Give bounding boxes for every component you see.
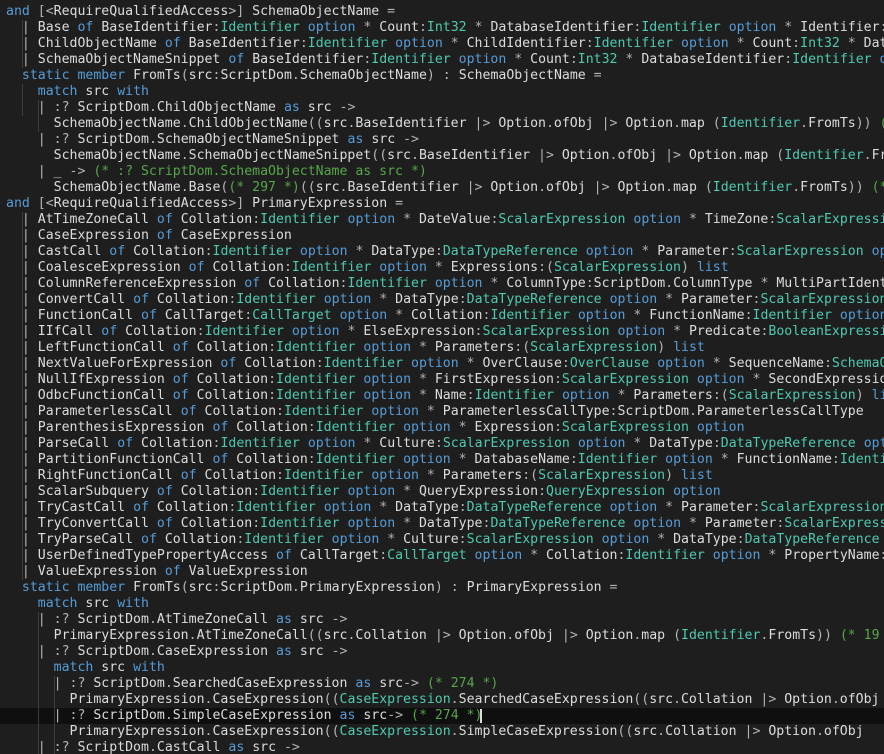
code-line[interactable]: | :? ScriptDom.SchemaObjectNameSnippet a… xyxy=(0,132,884,148)
code-line[interactable]: SchemaObjectName.SchemaObjectNameSnippet… xyxy=(0,148,884,164)
code-line[interactable]: | ColumnReferenceExpression of Collation… xyxy=(0,276,884,292)
code-editor[interactable]: and [<RequireQualifiedAccess>] SchemaObj… xyxy=(0,0,884,754)
code-line[interactable]: static member FromTs(src:ScriptDom.Prima… xyxy=(0,580,884,596)
code-line[interactable]: | NullIfExpression of Collation:Identifi… xyxy=(0,372,884,388)
code-line[interactable]: | ValueExpression of ValueExpression xyxy=(0,564,884,580)
code-line[interactable]: | :? ScriptDom.ChildObjectName as src -> xyxy=(0,100,884,116)
code-line[interactable]: | ChildObjectName of BaseIdentifier:Iden… xyxy=(0,36,884,52)
code-line[interactable]: | CoalesceExpression of Collation:Identi… xyxy=(0,260,884,276)
code-line[interactable]: | TryParseCall of Collation:Identifier o… xyxy=(0,532,884,548)
code-line[interactable]: | IIfCall of Collation:Identifier option… xyxy=(0,324,884,340)
code-line[interactable]: | ScalarSubquery of Collation:Identifier… xyxy=(0,484,884,500)
indent-guide xyxy=(22,20,23,68)
code-line[interactable]: | CastCall of Collation:Identifier optio… xyxy=(0,244,884,260)
code-line[interactable]: match src with xyxy=(0,660,884,676)
code-line[interactable]: | ParameterlessCall of Collation:Identif… xyxy=(0,404,884,420)
code-line[interactable]: | RightFunctionCall of Collation:Identif… xyxy=(0,468,884,484)
code-line[interactable]: PrimaryExpression.AtTimeZoneCall((src.Co… xyxy=(0,628,884,644)
indent-guide xyxy=(38,612,39,754)
code-line[interactable]: static member FromTs(src:ScriptDom.Schem… xyxy=(0,68,884,84)
code-line[interactable]: PrimaryExpression.CaseExpression((CaseEx… xyxy=(0,724,884,740)
code-line[interactable]: | CaseExpression of CaseExpression xyxy=(0,228,884,244)
code-line[interactable]: | PartitionFunctionCall of Collation:Ide… xyxy=(0,452,884,468)
code-line[interactable]: and [<RequireQualifiedAccess>] PrimaryEx… xyxy=(0,196,884,212)
code-line[interactable]: | TryConvertCall of Collation:Identifier… xyxy=(0,516,884,532)
code-line[interactable]: | :? ScriptDom.SimpleCaseExpression as s… xyxy=(0,708,884,724)
code-line[interactable]: PrimaryExpression.CaseExpression((CaseEx… xyxy=(0,692,884,708)
code-line[interactable]: | :? ScriptDom.SearchedCaseExpression as… xyxy=(0,676,884,692)
code-line[interactable]: match src with xyxy=(0,596,884,612)
indent-guide xyxy=(22,84,23,116)
indent-guide xyxy=(38,100,39,132)
code-line[interactable]: | SchemaObjectNameSnippet of BaseIdentif… xyxy=(0,52,884,68)
code-line[interactable]: | NextValueForExpression of Collation:Id… xyxy=(0,356,884,372)
code-line[interactable]: | :? ScriptDom.CastCall as src -> xyxy=(0,740,884,754)
code-line[interactable]: | ConvertCall of Collation:Identifier op… xyxy=(0,292,884,308)
code-line[interactable]: | :? ScriptDom.CaseExpression as src -> xyxy=(0,644,884,660)
indent-guide xyxy=(22,212,23,580)
code-line[interactable]: SchemaObjectName.ChildObjectName((src.Ba… xyxy=(0,116,884,132)
code-line[interactable]: | AtTimeZoneCall of Collation:Identifier… xyxy=(0,212,884,228)
code-line[interactable]: and [<RequireQualifiedAccess>] SchemaObj… xyxy=(0,4,884,20)
code-line[interactable]: | TryCastCall of Collation:Identifier op… xyxy=(0,500,884,516)
code-line[interactable]: | ParenthesisExpression of Collation:Ide… xyxy=(0,420,884,436)
code-line[interactable]: SchemaObjectName.Base((* 297 *)((src.Bas… xyxy=(0,180,884,196)
code-line[interactable]: | _ -> (* :? ScriptDom.SchemaObjectName … xyxy=(0,164,884,180)
code-line[interactable]: | ParseCall of Collation:Identifier opti… xyxy=(0,436,884,452)
code-line[interactable]: | Base of BaseIdentifier:Identifier opti… xyxy=(0,20,884,36)
text-caret xyxy=(480,709,482,723)
code-line[interactable]: | OdbcFunctionCall of Collation:Identifi… xyxy=(0,388,884,404)
code-line[interactable]: | :? ScriptDom.AtTimeZoneCall as src -> xyxy=(0,612,884,628)
code-line[interactable]: | UserDefinedTypePropertyAccess of CallT… xyxy=(0,548,884,564)
indent-guide xyxy=(54,676,55,754)
code-line[interactable]: match src with xyxy=(0,84,884,100)
code-line[interactable]: | FunctionCall of CallTarget:CallTarget … xyxy=(0,308,884,324)
code-line[interactable]: | LeftFunctionCall of Collation:Identifi… xyxy=(0,340,884,356)
